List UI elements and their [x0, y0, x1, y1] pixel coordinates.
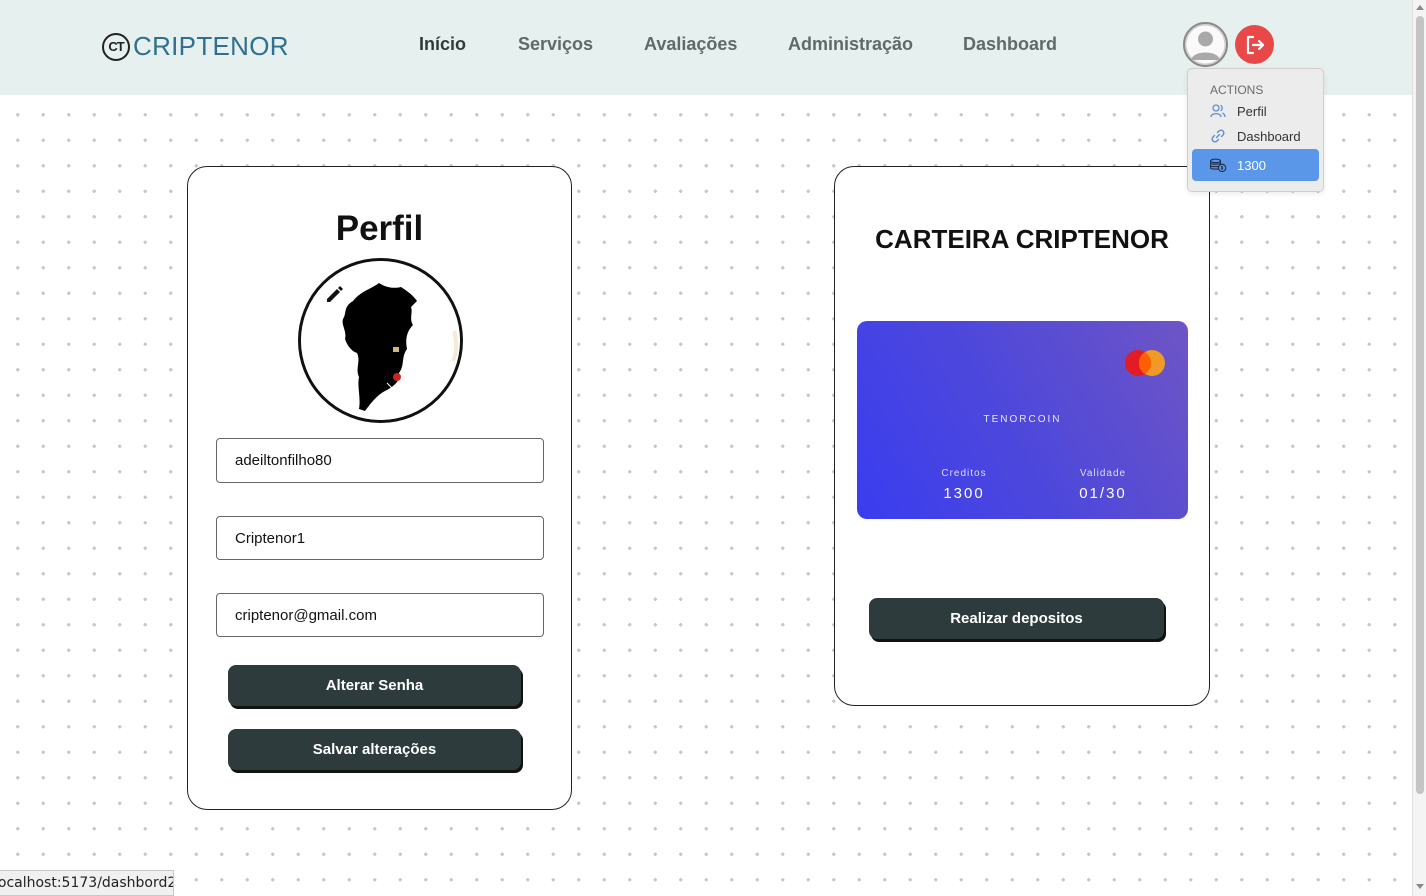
username-field[interactable]	[216, 438, 544, 483]
menu-item-label: Perfil	[1237, 103, 1267, 119]
dropdown-section-label: ACTIONS	[1210, 83, 1264, 97]
card-brand: TENORCOIN	[983, 414, 1062, 425]
profile-card: Perfil Alterar Senha Salvar alterações	[187, 166, 572, 810]
name-field[interactable]	[216, 516, 544, 560]
logo-text: CRIPTENOR	[133, 31, 289, 61]
validity-label: Validade	[1079, 468, 1127, 479]
email-field[interactable]	[216, 593, 544, 637]
nav-inicio[interactable]: Início	[419, 34, 466, 55]
nav-administracao[interactable]: Administração	[788, 34, 913, 55]
logout-icon[interactable]	[1235, 25, 1274, 64]
deposit-button[interactable]: Realizar depositos	[869, 598, 1164, 639]
profile-picture[interactable]	[298, 258, 463, 423]
pencil-icon[interactable]	[325, 285, 343, 308]
menu-item-dashboard[interactable]: Dashboard	[1192, 124, 1319, 148]
menu-item-credits[interactable]: 1300	[1192, 149, 1319, 181]
scroll-down-icon[interactable]	[1416, 884, 1424, 889]
credits-value: 1300	[943, 485, 985, 502]
nav-dashboard[interactable]: Dashboard	[963, 34, 1057, 55]
credits-label: Creditos	[941, 468, 987, 479]
logo-mark-icon: CT	[102, 32, 130, 61]
user-menu-dropdown: ACTIONS Perfil Dashboard 1300	[1187, 68, 1324, 192]
menu-item-perfil[interactable]: Perfil	[1192, 99, 1319, 123]
status-bar-url: localhost:5173/dashbord2	[0, 870, 174, 896]
menu-item-label: 1300	[1237, 157, 1266, 173]
menu-item-label: Dashboard	[1237, 128, 1301, 144]
wallet-card: CARTEIRA CRIPTENOR TENORCOIN Creditos 13…	[834, 166, 1210, 706]
logo[interactable]: CT CRIPTENOR	[102, 31, 289, 62]
wallet-title: CARTEIRA CRIPTENOR	[875, 224, 1169, 254]
scrollbar-thumb[interactable]	[1416, 16, 1424, 794]
scroll-up-icon[interactable]	[1416, 5, 1424, 10]
status-url: localhost:5173/dashbord2	[0, 875, 174, 891]
nav-servicos[interactable]: Serviços	[518, 34, 593, 55]
mastercard-icon	[1124, 349, 1166, 377]
profile-title: Perfil	[335, 209, 424, 248]
page-scrollbar[interactable]	[1412, 0, 1426, 896]
validity-value: 01/30	[1079, 485, 1127, 502]
coins-icon	[1209, 156, 1227, 174]
save-changes-button[interactable]: Salvar alterações	[228, 729, 521, 770]
credit-card: TENORCOIN Creditos 1300 Validade 01/30	[857, 321, 1188, 519]
nav-avaliacoes[interactable]: Avaliações	[644, 34, 737, 55]
link-icon	[1209, 127, 1227, 145]
change-password-button[interactable]: Alterar Senha	[228, 665, 521, 706]
users-icon	[1209, 102, 1227, 120]
user-avatar-icon[interactable]	[1183, 22, 1228, 67]
